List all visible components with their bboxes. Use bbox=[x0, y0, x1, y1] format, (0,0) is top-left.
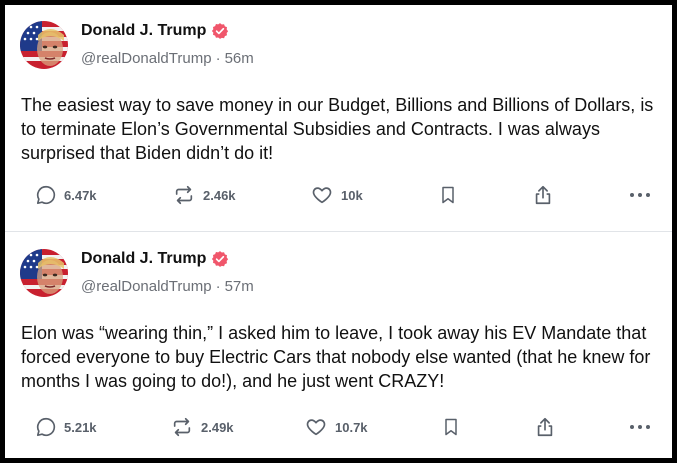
reply-button[interactable]: 6.47k bbox=[35, 181, 97, 209]
like-count: 10.7k bbox=[335, 419, 368, 435]
heart-icon bbox=[306, 419, 326, 436]
repost-icon bbox=[175, 185, 193, 205]
action-bar: 5.21k 2.49k 10.7k bbox=[5, 413, 672, 441]
divider bbox=[5, 231, 672, 232]
reply-count: 5.21k bbox=[64, 419, 97, 435]
repost-button[interactable]: 2.49k bbox=[170, 413, 234, 441]
reply-icon bbox=[36, 185, 56, 205]
heart-icon bbox=[312, 187, 332, 204]
reply-count: 6.47k bbox=[64, 187, 97, 203]
author-handle[interactable]: @realDonaldTrump bbox=[81, 278, 212, 295]
avatar[interactable] bbox=[20, 21, 68, 69]
bookmark-button[interactable] bbox=[438, 181, 458, 209]
post-time[interactable]: 57m bbox=[225, 278, 254, 295]
verified-badge-icon bbox=[211, 250, 229, 268]
author-name[interactable]: Donald J. Trump bbox=[81, 22, 206, 40]
avatar[interactable] bbox=[20, 249, 68, 297]
author-row: Donald J. Trump bbox=[81, 22, 229, 40]
verified-badge-icon bbox=[211, 22, 229, 40]
post-text: The easiest way to save money in our Bud… bbox=[21, 95, 659, 163]
post-time[interactable]: 56m bbox=[225, 50, 254, 67]
more-button[interactable] bbox=[628, 181, 652, 209]
post-text: Elon was “wearing thin,” I asked him to … bbox=[21, 323, 656, 391]
repost-icon bbox=[173, 417, 191, 437]
share-icon bbox=[537, 417, 553, 437]
separator: · bbox=[215, 278, 221, 295]
post[interactable]: Donald J. Trump @realDonaldTrump · 56m The… bbox=[5, 5, 672, 231]
author-row: Donald J. Trump bbox=[81, 250, 229, 268]
action-bar: 6.47k 2.46k 10k bbox=[5, 181, 672, 209]
avatar-image bbox=[20, 21, 68, 69]
bookmark-icon bbox=[445, 418, 457, 436]
post[interactable]: Donald J. Trump @realDonaldTrump · 57m Elo… bbox=[5, 233, 672, 458]
bookmark-icon bbox=[442, 186, 454, 204]
author-name[interactable]: Donald J. Trump bbox=[81, 250, 206, 268]
repost-count: 2.46k bbox=[203, 187, 236, 203]
share-button[interactable] bbox=[532, 181, 554, 209]
share-button[interactable] bbox=[534, 413, 556, 441]
handle-row: @realDonaldTrump · 56m bbox=[81, 50, 254, 67]
like-button[interactable]: 10.7k bbox=[304, 413, 368, 441]
like-button[interactable]: 10k bbox=[310, 181, 363, 209]
share-icon bbox=[535, 185, 551, 205]
handle-row: @realDonaldTrump · 57m bbox=[81, 278, 254, 295]
repost-button[interactable]: 2.46k bbox=[172, 181, 236, 209]
separator: · bbox=[215, 50, 221, 67]
post-feed: Donald J. Trump @realDonaldTrump · 56m The… bbox=[5, 5, 672, 458]
bookmark-button[interactable] bbox=[441, 413, 461, 441]
like-count: 10k bbox=[341, 187, 363, 203]
more-icon bbox=[630, 425, 650, 429]
more-button[interactable] bbox=[628, 413, 652, 441]
more-icon bbox=[630, 193, 650, 197]
repost-count: 2.49k bbox=[201, 419, 234, 435]
avatar-image bbox=[20, 249, 68, 297]
reply-button[interactable]: 5.21k bbox=[35, 413, 97, 441]
reply-icon bbox=[36, 417, 56, 437]
author-handle[interactable]: @realDonaldTrump bbox=[81, 50, 212, 67]
